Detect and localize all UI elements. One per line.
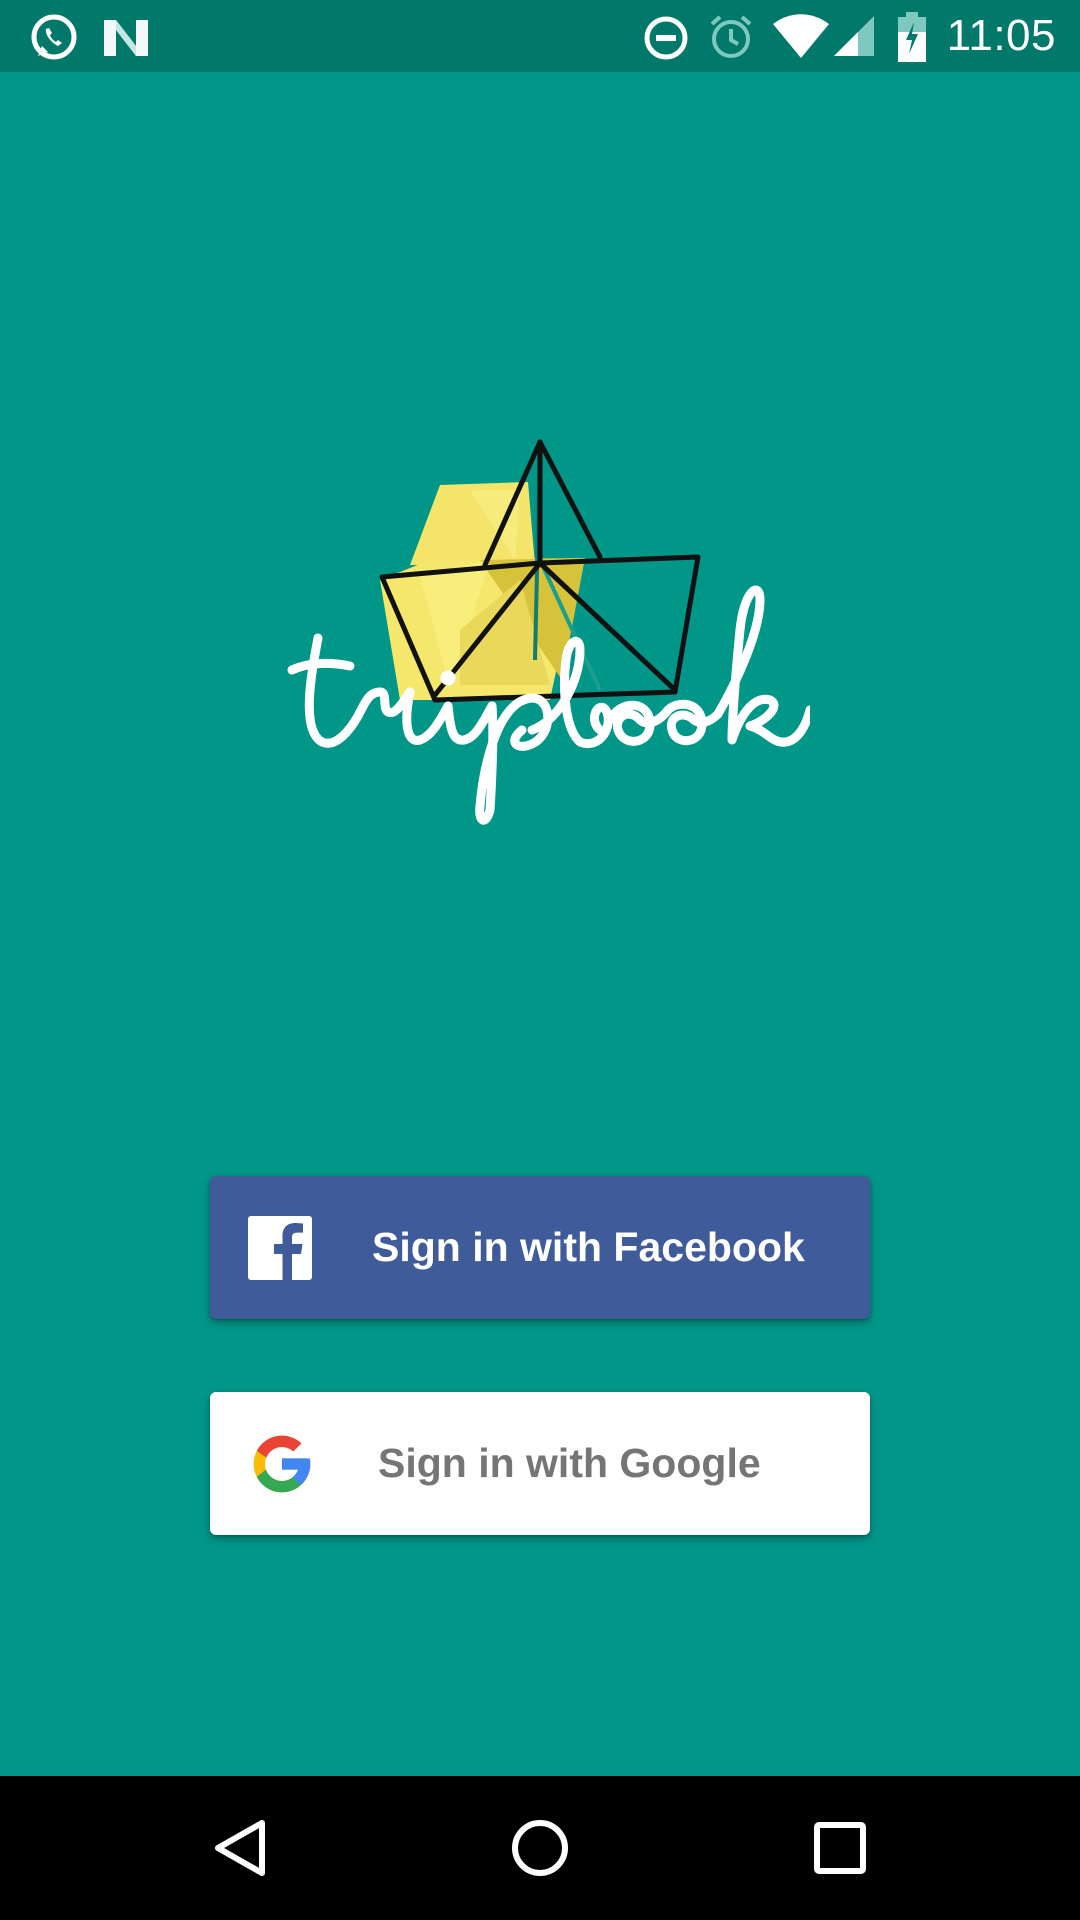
cellular-signal-icon (834, 16, 874, 56)
recents-icon (814, 1822, 866, 1874)
status-bar: 11:05 (0, 0, 1080, 72)
navigation-bar (0, 1776, 1080, 1920)
google-icon (253, 1435, 311, 1493)
google-signin-button[interactable]: Sign in with Google (210, 1392, 870, 1535)
home-icon (512, 1820, 568, 1876)
do-not-disturb-icon (644, 16, 688, 60)
tripbook-logo (287, 439, 810, 825)
google-signin-label: Sign in with Google (378, 1440, 761, 1486)
recents-button[interactable] (750, 1776, 930, 1920)
home-button[interactable] (450, 1776, 630, 1920)
login-screen: 11:05 Sign in with Facebook Sign in with… (0, 0, 1080, 1920)
back-button[interactable] (150, 1776, 330, 1920)
alarm-icon (710, 15, 752, 58)
battery-charging-icon (898, 12, 926, 62)
back-icon (215, 1820, 265, 1876)
status-bar-clock: 11:05 (946, 11, 1056, 60)
wifi-icon (773, 14, 829, 58)
n-preview-icon (104, 20, 148, 56)
facebook-signin-label: Sign in with Facebook (372, 1224, 805, 1270)
facebook-signin-button[interactable]: Sign in with Facebook (210, 1176, 870, 1319)
facebook-icon (248, 1216, 312, 1280)
whatsapp-icon (31, 14, 77, 60)
